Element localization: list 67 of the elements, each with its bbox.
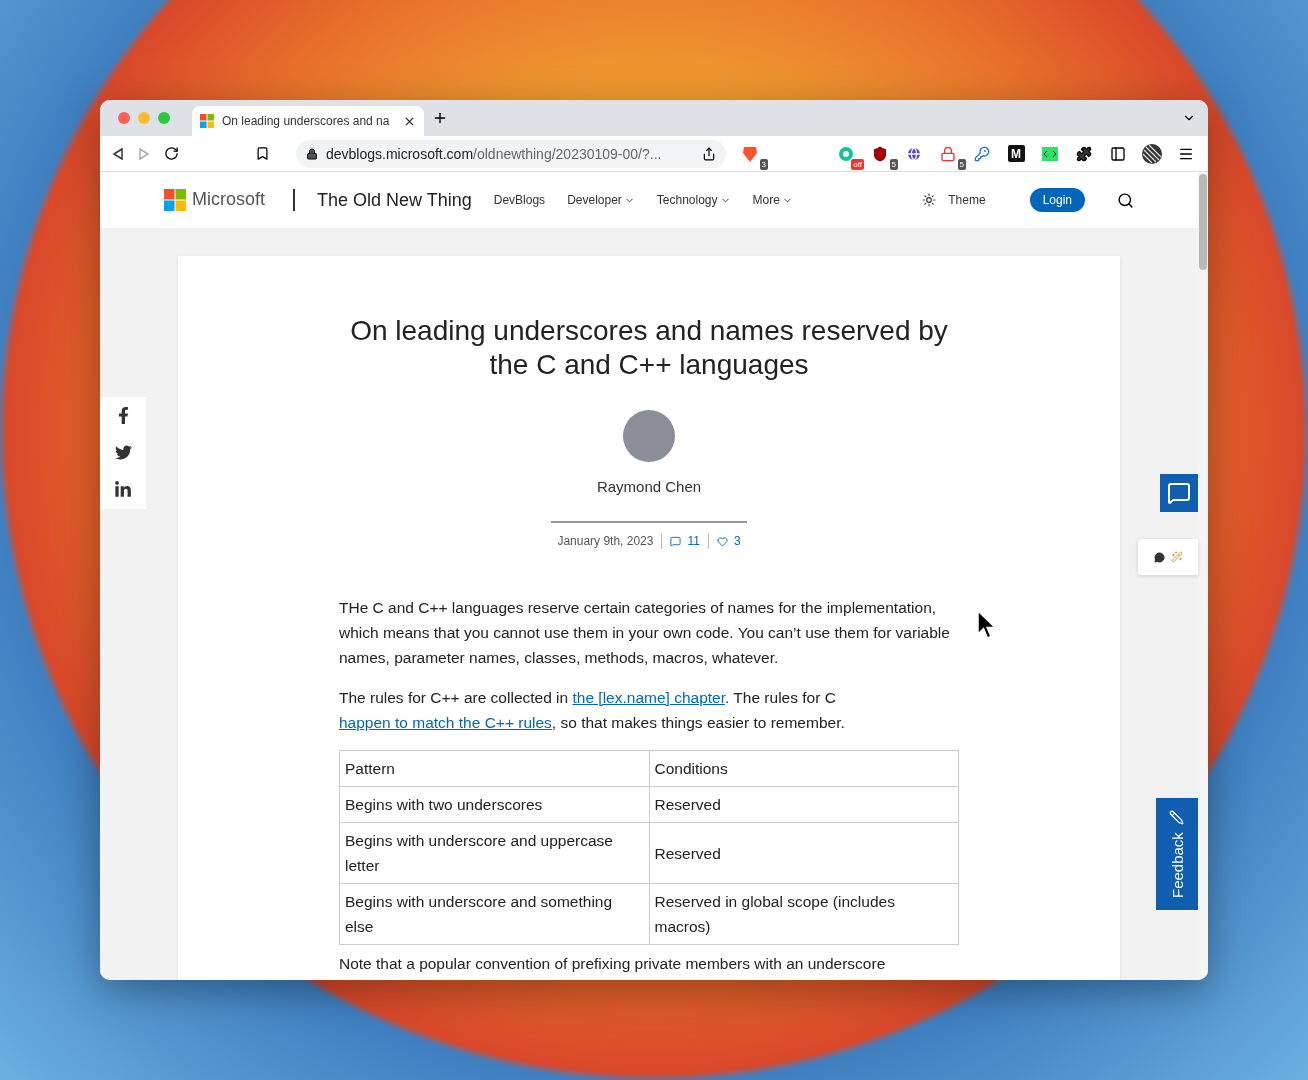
table-cell: Begins with underscore and uppercase letter <box>339 822 649 884</box>
comment-icon <box>670 535 682 547</box>
theme-button[interactable]: Theme <box>916 192 992 208</box>
bookmark-icon[interactable] <box>255 146 270 161</box>
text-link[interactable]: happen to match the C++ rules <box>339 714 552 731</box>
magic-wand-icon <box>1170 551 1183 563</box>
nav-link[interactable]: Developer <box>567 193 635 207</box>
count-badge: off <box>851 158 864 170</box>
pencil-icon <box>1169 809 1185 825</box>
share-icon[interactable] <box>702 146 716 161</box>
scrollbar-thumb[interactable] <box>1199 174 1207 270</box>
shield-icon <box>872 145 888 162</box>
feedback-button[interactable]: Feedback <box>1156 798 1198 910</box>
sidebar-icon <box>1110 145 1126 162</box>
address-bar[interactable]: devblogs.microsoft.com/oldnewthing/20230109-00/?... <box>296 139 726 168</box>
globe-icon <box>906 145 922 162</box>
table-cell: Reserved <box>649 822 959 884</box>
four-squares-logo-icon <box>200 114 214 128</box>
table-cell: Begins with two underscores <box>339 786 649 823</box>
blog-title[interactable]: The Old New Thing <box>317 189 472 211</box>
nav-link[interactable]: Technology <box>656 193 731 207</box>
chat-bubble-icon <box>1167 481 1191 505</box>
author-avatar <box>623 410 675 462</box>
count-badge: 3 <box>759 158 768 170</box>
extension-logo: M <box>1007 145 1025 162</box>
bird-icon[interactable] <box>114 444 132 461</box>
chat-button[interactable] <box>1160 474 1198 512</box>
lock-icon <box>306 147 318 160</box>
nav-link[interactable]: DevBlogs <box>493 193 546 207</box>
back-icon[interactable] <box>112 147 124 160</box>
article-title: On leading underscores and names reserved by the C and C++ languages <box>349 314 949 382</box>
lock-icon <box>940 145 956 162</box>
column-header: Pattern <box>339 750 649 787</box>
post-date: January 9th, 2023 <box>557 534 654 548</box>
count-badge: 5 <box>889 158 898 170</box>
table-cell: Reserved <box>649 786 959 823</box>
table-cell: Reserved in global scope (includes macros) <box>649 883 959 945</box>
paragraph: The rules for C++ are collected in the [lex.name] chapter. The rules for C happen to match the C++ rules, so that makes things easier to remember. <box>339 688 846 733</box>
column-header: Conditions <box>649 750 959 787</box>
reload-icon[interactable] <box>164 146 179 161</box>
paragraph: THe C and C++ languages reserve certain categories of names for the implementation, which means that you cannot use them in your own code. You can’t use them for variable names, parameter names, classes, methods, macros, whatever. <box>339 598 951 668</box>
author-name[interactable]: Raymond Chen <box>596 478 702 495</box>
sun-icon <box>922 193 937 207</box>
search-icon[interactable] <box>1117 191 1134 209</box>
heart-icon <box>716 535 728 547</box>
new-tab-icon[interactable] <box>432 110 448 126</box>
url-text: devblogs.microsoft.com/oldnewthing/20230109-00/?... <box>326 145 662 162</box>
browser-tab[interactable]: On leading underscores and na <box>192 106 424 136</box>
extensions-icon <box>1076 145 1092 162</box>
linkedin-icon[interactable] <box>114 481 132 499</box>
table-cell: Begins with underscore and something else <box>339 883 649 945</box>
code-icon <box>1042 146 1058 161</box>
nav-link[interactable]: More <box>752 193 793 207</box>
likes-link[interactable]: 3 <box>716 534 741 548</box>
text-link[interactable]: the [lex.name] chapter <box>572 689 725 706</box>
profile-avatar-icon <box>1142 143 1162 164</box>
count-badge: 5 <box>957 158 966 170</box>
comments-link[interactable]: 11 <box>670 534 700 548</box>
four-squares-logo-icon <box>164 189 186 211</box>
brand-name[interactable]: Microsoft <box>192 189 265 211</box>
paragraph: Note that a popular convention of prefixing private members with an underscore <box>339 955 887 973</box>
tab-title: On leading underscores and na <box>222 114 391 128</box>
login-button[interactable]: Login <box>1029 188 1085 212</box>
key-icon <box>974 145 990 162</box>
speech-bubble-icon <box>1153 551 1165 563</box>
chat-assist-button[interactable] <box>1138 539 1198 575</box>
lion-shield-icon[interactable] <box>741 144 759 163</box>
